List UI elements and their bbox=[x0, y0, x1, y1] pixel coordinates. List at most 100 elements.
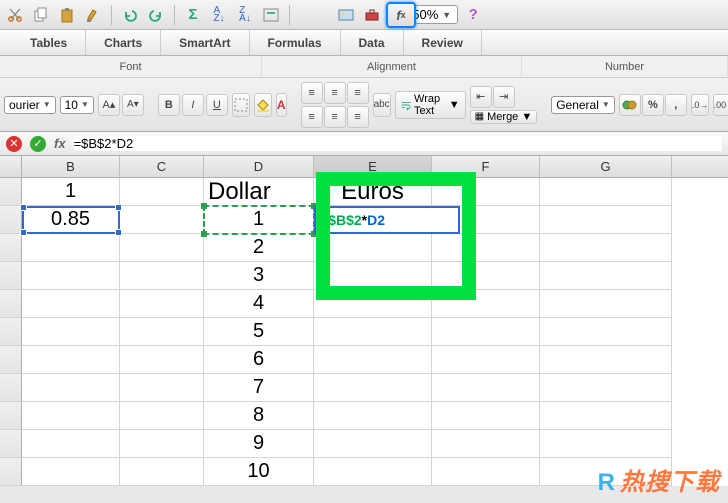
decrease-decimal-icon[interactable]: .00→ bbox=[713, 94, 728, 116]
cell-C9[interactable] bbox=[120, 402, 204, 430]
grow-font-icon[interactable]: A▴ bbox=[98, 94, 120, 116]
row-header[interactable] bbox=[0, 458, 22, 486]
cell-E6[interactable] bbox=[314, 318, 432, 346]
redo-icon[interactable] bbox=[145, 4, 167, 26]
formula-input[interactable] bbox=[74, 136, 722, 151]
row-header[interactable] bbox=[0, 430, 22, 458]
cell-F9[interactable] bbox=[432, 402, 540, 430]
shrink-font-icon[interactable]: A▾ bbox=[122, 94, 144, 116]
row-header[interactable] bbox=[0, 402, 22, 430]
row-header[interactable] bbox=[0, 374, 22, 402]
undo-icon[interactable] bbox=[119, 4, 141, 26]
cell-D1[interactable]: Dollar bbox=[204, 178, 314, 206]
row-header[interactable] bbox=[0, 234, 22, 262]
cell-D4[interactable]: 3 bbox=[204, 262, 314, 290]
cell-B7[interactable] bbox=[22, 346, 120, 374]
cell-B2[interactable]: 0.85 bbox=[22, 206, 120, 234]
orientation-icon[interactable]: abc bbox=[373, 93, 391, 117]
wrap-text-button[interactable]: Wrap Text▼ bbox=[395, 91, 466, 119]
cell-D5[interactable]: 4 bbox=[204, 290, 314, 318]
col-header-C[interactable]: C bbox=[120, 156, 204, 177]
cell-B10[interactable] bbox=[22, 430, 120, 458]
align-right-icon[interactable]: ≡ bbox=[347, 106, 369, 128]
sort-asc-icon[interactable]: AZ↓ bbox=[208, 4, 230, 26]
align-bottom-icon[interactable]: ≡ bbox=[347, 82, 369, 104]
cell-G6[interactable] bbox=[540, 318, 672, 346]
borders-icon[interactable] bbox=[232, 93, 250, 117]
cancel-icon[interactable]: ✕ bbox=[6, 136, 22, 152]
increase-decimal-icon[interactable]: .0→ bbox=[691, 94, 710, 116]
cell-F6[interactable] bbox=[432, 318, 540, 346]
row-header[interactable] bbox=[0, 318, 22, 346]
fx-toggle-button[interactable]: fx bbox=[386, 2, 416, 28]
cell-B3[interactable] bbox=[22, 234, 120, 262]
cell-E8[interactable] bbox=[314, 374, 432, 402]
underline-button[interactable]: U bbox=[206, 94, 228, 116]
cell-E7[interactable] bbox=[314, 346, 432, 374]
fx-icon[interactable]: fx bbox=[54, 136, 66, 151]
cell-D8[interactable]: 7 bbox=[204, 374, 314, 402]
filter-icon[interactable] bbox=[260, 4, 282, 26]
tab-data[interactable]: Data bbox=[341, 30, 404, 55]
editing-cell-e2[interactable]: =$B$2 *D2 bbox=[314, 206, 460, 234]
cell-F4[interactable] bbox=[432, 262, 540, 290]
comma-icon[interactable]: , bbox=[665, 94, 687, 116]
cell-G1[interactable] bbox=[540, 178, 672, 206]
cell-C2[interactable] bbox=[120, 206, 204, 234]
cell-E3[interactable] bbox=[314, 234, 432, 262]
tab-review[interactable]: Review bbox=[404, 30, 482, 55]
tab-tables[interactable]: Tables bbox=[12, 30, 86, 55]
cell-G2[interactable] bbox=[540, 206, 672, 234]
bold-button[interactable]: B bbox=[158, 94, 180, 116]
cell-G3[interactable] bbox=[540, 234, 672, 262]
fill-color-icon[interactable] bbox=[254, 93, 272, 117]
align-top-icon[interactable]: ≡ bbox=[301, 82, 323, 104]
copy-icon[interactable] bbox=[30, 4, 52, 26]
merge-button[interactable]: ▦Merge▼ bbox=[470, 110, 538, 124]
cell-G7[interactable] bbox=[540, 346, 672, 374]
cell-D3[interactable]: 2 bbox=[204, 234, 314, 262]
cell-E5[interactable] bbox=[314, 290, 432, 318]
tab-charts[interactable]: Charts bbox=[86, 30, 161, 55]
cell-C4[interactable] bbox=[120, 262, 204, 290]
cell-G5[interactable] bbox=[540, 290, 672, 318]
cell-B6[interactable] bbox=[22, 318, 120, 346]
accept-icon[interactable]: ✓ bbox=[30, 136, 46, 152]
indent-icon[interactable]: ⇥ bbox=[493, 86, 515, 108]
col-header-F[interactable]: F bbox=[432, 156, 540, 177]
cell-B4[interactable] bbox=[22, 262, 120, 290]
tab-formulas[interactable]: Formulas bbox=[250, 30, 341, 55]
help-icon[interactable]: ? bbox=[462, 4, 484, 26]
cell-F8[interactable] bbox=[432, 374, 540, 402]
cell-D9[interactable]: 8 bbox=[204, 402, 314, 430]
cell-C8[interactable] bbox=[120, 374, 204, 402]
gallery-icon[interactable] bbox=[335, 4, 357, 26]
cell-C1[interactable] bbox=[120, 178, 204, 206]
align-center-icon[interactable]: ≡ bbox=[324, 106, 346, 128]
row-header[interactable] bbox=[0, 178, 22, 206]
cell-B9[interactable] bbox=[22, 402, 120, 430]
row-header[interactable] bbox=[0, 290, 22, 318]
cell-E10[interactable] bbox=[314, 430, 432, 458]
cell-F10[interactable] bbox=[432, 430, 540, 458]
font-size-select[interactable]: 10▼ bbox=[60, 96, 94, 114]
cell-G9[interactable] bbox=[540, 402, 672, 430]
cell-G10[interactable] bbox=[540, 430, 672, 458]
cell-C6[interactable] bbox=[120, 318, 204, 346]
cell-B5[interactable] bbox=[22, 290, 120, 318]
col-header-B[interactable]: B bbox=[22, 156, 120, 177]
cell-B8[interactable] bbox=[22, 374, 120, 402]
cell-G4[interactable] bbox=[540, 262, 672, 290]
cell-C5[interactable] bbox=[120, 290, 204, 318]
align-left-icon[interactable]: ≡ bbox=[301, 106, 323, 128]
cell-C3[interactable] bbox=[120, 234, 204, 262]
align-middle-icon[interactable]: ≡ bbox=[324, 82, 346, 104]
cell-G8[interactable] bbox=[540, 374, 672, 402]
cell-E11[interactable] bbox=[314, 458, 432, 486]
cell-E9[interactable] bbox=[314, 402, 432, 430]
row-header[interactable] bbox=[0, 346, 22, 374]
row-header[interactable] bbox=[0, 262, 22, 290]
cell-D11[interactable]: 10 bbox=[204, 458, 314, 486]
select-all-corner[interactable] bbox=[0, 156, 22, 177]
cell-D6[interactable]: 5 bbox=[204, 318, 314, 346]
